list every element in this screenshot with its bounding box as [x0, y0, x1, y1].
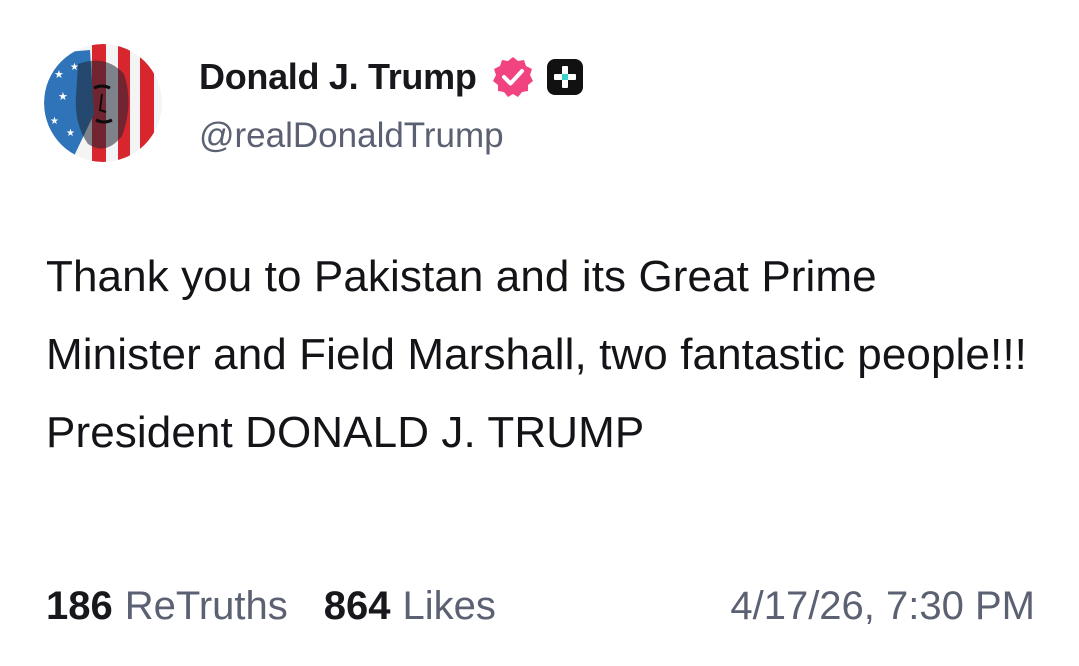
post-stats: 186 ReTruths 864 Likes	[46, 578, 496, 634]
author-display-name[interactable]: Donald J. Trump	[199, 56, 477, 98]
verified-badge-icon	[491, 55, 535, 99]
truth-post: ★ ★ ★ ★ ★ Donald J. Trump @realDonaldTru…	[0, 0, 1079, 666]
svg-text:★: ★	[50, 116, 59, 127]
likes-label: Likes	[402, 583, 496, 628]
retruths-label: ReTruths	[124, 583, 288, 628]
retruths-count: 186	[46, 583, 113, 628]
retruths-stat[interactable]: 186 ReTruths	[46, 584, 288, 629]
author-name-row: Donald J. Trump	[199, 54, 585, 100]
author-avatar[interactable]: ★ ★ ★ ★ ★	[44, 44, 162, 162]
svg-text:★: ★	[54, 69, 64, 81]
post-timestamp[interactable]: 4/17/26, 7:30 PM	[730, 578, 1035, 634]
likes-count: 864	[323, 583, 391, 628]
svg-text:★: ★	[58, 91, 68, 103]
post-text: Thank you to Pakistan and its Great Prim…	[46, 252, 1027, 457]
likes-stat[interactable]: 864 Likes	[324, 584, 496, 629]
plus-badge-icon	[545, 57, 585, 97]
author-handle[interactable]: @realDonaldTrump	[199, 116, 504, 156]
avatar-image: ★ ★ ★ ★ ★	[44, 44, 162, 162]
svg-text:★: ★	[66, 128, 75, 139]
